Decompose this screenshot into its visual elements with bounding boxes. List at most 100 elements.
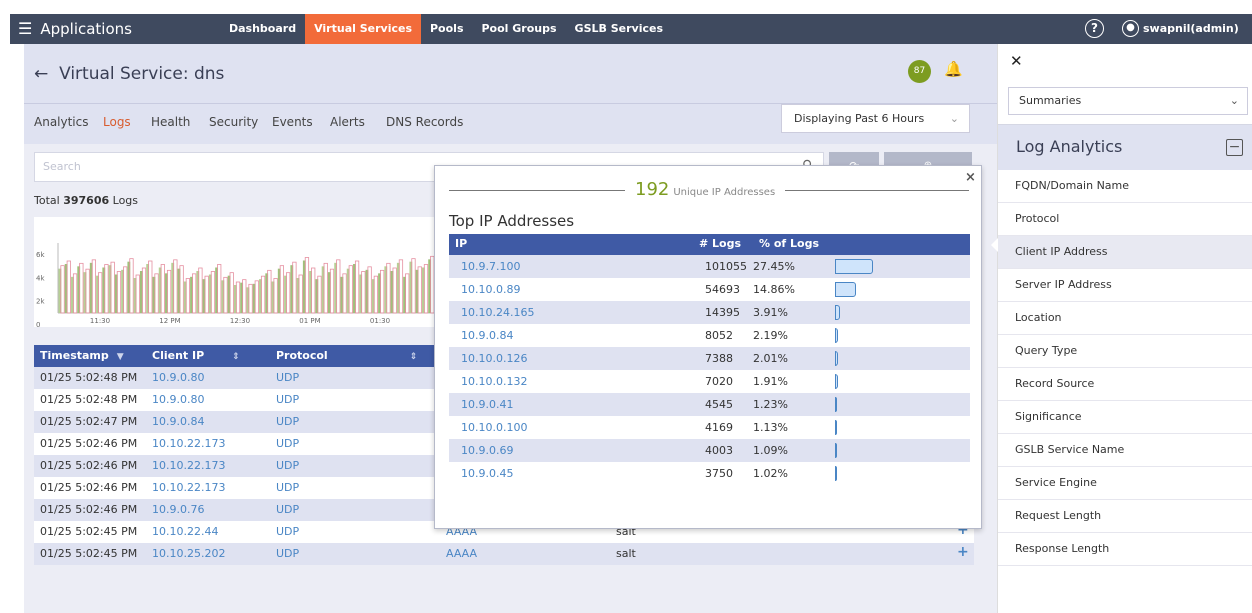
- ip-cell[interactable]: 10.9.0.69: [461, 444, 513, 457]
- domain-cell: salt: [616, 547, 636, 560]
- tab-gslb-services[interactable]: GSLB Services: [566, 14, 672, 44]
- protocol-cell[interactable]: UDP: [276, 371, 299, 384]
- tab-pool-groups[interactable]: Pool Groups: [473, 14, 566, 44]
- ip-cell[interactable]: 10.9.7.100: [461, 260, 520, 273]
- ip-cell[interactable]: 10.9.0.45: [461, 467, 513, 480]
- client-ip-cell[interactable]: 10.10.22.173: [152, 459, 225, 472]
- time-range-select[interactable]: Displaying Past 6 Hours ⌄: [781, 104, 970, 133]
- subtab-health[interactable]: Health: [151, 115, 190, 129]
- tab-virtual-services[interactable]: Virtual Services: [305, 14, 421, 44]
- client-ip-cell[interactable]: 10.10.22.44: [152, 525, 218, 538]
- ip-row[interactable]: 10.9.7.100 101055 27.45%: [449, 255, 970, 278]
- analytics-item-gslb-service-name[interactable]: GSLB Service Name: [998, 434, 1252, 467]
- column-percent: % of Logs: [759, 237, 820, 250]
- client-ip-cell[interactable]: 10.9.0.84: [152, 415, 204, 428]
- ip-row[interactable]: 10.10.0.100 4169 1.13%: [449, 416, 970, 439]
- page-title: ← Virtual Service: dns: [34, 64, 225, 84]
- analytics-item-request-length[interactable]: Request Length: [998, 500, 1252, 533]
- ip-row[interactable]: 10.9.0.41 4545 1.23%: [449, 393, 970, 416]
- close-icon[interactable]: ✕: [1010, 52, 1023, 70]
- histogram-outline: [154, 273, 159, 314]
- ip-cell[interactable]: 10.10.0.126: [461, 352, 527, 365]
- ip-cell[interactable]: 10.10.0.132: [461, 375, 527, 388]
- client-ip-cell[interactable]: 10.9.0.80: [152, 393, 204, 406]
- column-timestamp[interactable]: Timestamp ▼: [40, 349, 124, 362]
- histogram-outline: [123, 266, 128, 314]
- protocol-cell[interactable]: UDP: [276, 415, 299, 428]
- protocol-cell[interactable]: UDP: [276, 437, 299, 450]
- help-icon[interactable]: ?: [1085, 19, 1104, 38]
- ip-row[interactable]: 10.10.0.126 7388 2.01%: [449, 347, 970, 370]
- ip-cell[interactable]: 10.10.0.89: [461, 283, 520, 296]
- client-ip-cell[interactable]: 10.9.0.80: [152, 371, 204, 384]
- analytics-item-service-engine[interactable]: Service Engine: [998, 467, 1252, 500]
- expand-icon[interactable]: +: [957, 544, 969, 560]
- histogram-outline: [411, 258, 416, 314]
- analytics-item-query-type[interactable]: Query Type: [998, 335, 1252, 368]
- logs-cell: 7388: [705, 352, 733, 365]
- analytics-item-protocol[interactable]: Protocol: [998, 203, 1252, 236]
- protocol-cell[interactable]: UDP: [276, 393, 299, 406]
- logs-cell: 14395: [705, 306, 740, 319]
- histogram-outline: [60, 265, 65, 314]
- protocol-cell[interactable]: UDP: [276, 525, 299, 538]
- histogram-outline: [292, 261, 297, 314]
- analytics-item-significance[interactable]: Significance: [998, 401, 1252, 434]
- close-icon[interactable]: ×: [965, 170, 976, 185]
- column-ip: IP: [455, 237, 468, 250]
- percent-bar: [835, 351, 838, 366]
- tab-dashboard[interactable]: Dashboard: [220, 14, 305, 44]
- client-ip-cell[interactable]: 10.9.0.76: [152, 503, 204, 516]
- ip-row[interactable]: 10.10.24.165 14395 3.91%: [449, 301, 970, 324]
- ip-row[interactable]: 10.9.0.45 3750 1.02%: [449, 462, 970, 485]
- protocol-cell[interactable]: UDP: [276, 481, 299, 494]
- analytics-item-server-ip-address[interactable]: Server IP Address: [998, 269, 1252, 302]
- subtab-analytics[interactable]: Analytics: [34, 115, 89, 129]
- analytics-item-location[interactable]: Location: [998, 302, 1252, 335]
- subtab-events[interactable]: Events: [272, 115, 313, 129]
- subtab-dns-records[interactable]: DNS Records: [386, 115, 463, 129]
- histogram-outline: [166, 269, 172, 314]
- ip-cell[interactable]: 10.9.0.41: [461, 398, 513, 411]
- histogram-outline: [373, 275, 378, 314]
- collapse-icon[interactable]: −: [1226, 139, 1243, 156]
- ip-row[interactable]: 10.9.0.84 8052 2.19%: [449, 324, 970, 347]
- ip-row[interactable]: 10.10.0.132 7020 1.91%: [449, 370, 970, 393]
- column-protocol[interactable]: Protocol ⇕: [276, 349, 417, 362]
- histogram-chart[interactable]: 6k 4k 2k 0 11:30 12 PM 12:30 01 PM 01:30: [34, 217, 436, 327]
- ip-cell[interactable]: 10.9.0.84: [461, 329, 513, 342]
- tab-pools[interactable]: Pools: [421, 14, 473, 44]
- subtab-alerts[interactable]: Alerts: [330, 115, 365, 129]
- client-ip-cell[interactable]: 10.10.25.202: [152, 547, 225, 560]
- subtab-logs[interactable]: Logs: [103, 115, 131, 129]
- histogram-outline: [298, 274, 303, 314]
- protocol-cell[interactable]: UDP: [276, 503, 299, 516]
- logs-cell: 8052: [705, 329, 733, 342]
- analytics-item-fqdn-domain-name[interactable]: FQDN/Domain Name: [998, 170, 1252, 203]
- total-logs: Total 397606 Logs: [34, 194, 139, 207]
- client-ip-cell[interactable]: 10.10.22.173: [152, 481, 225, 494]
- table-row[interactable]: 01/25 5:02:45 PM 10.10.25.202 UDP AAAA salt +: [34, 543, 974, 565]
- ip-table-header: IP # Logs % of Logs: [449, 234, 970, 255]
- log-histogram[interactable]: 6k 4k 2k 0 11:30 12 PM 12:30 01 PM 01:30: [34, 217, 436, 327]
- health-score-badge[interactable]: 87: [908, 60, 931, 83]
- column-client-ip[interactable]: Client IP ⇕: [152, 349, 240, 362]
- user-menu[interactable]: ● swapnil(admin): [1122, 20, 1239, 37]
- query-type-cell[interactable]: AAAA: [446, 547, 477, 560]
- analytics-item-response-length[interactable]: Response Length: [998, 533, 1252, 566]
- ip-cell[interactable]: 10.10.0.100: [461, 421, 527, 434]
- protocol-cell[interactable]: UDP: [276, 459, 299, 472]
- analytics-item-record-source[interactable]: Record Source: [998, 368, 1252, 401]
- applications-menu[interactable]: ☰ Applications: [18, 19, 132, 38]
- protocol-cell[interactable]: UDP: [276, 547, 299, 560]
- histogram-outline: [323, 262, 328, 314]
- bell-icon[interactable]: 🔔: [944, 60, 963, 78]
- client-ip-cell[interactable]: 10.10.22.173: [152, 437, 225, 450]
- hamburger-icon[interactable]: ☰: [18, 19, 32, 38]
- ip-row[interactable]: 10.9.0.69 4003 1.09%: [449, 439, 970, 462]
- subtab-security[interactable]: Security: [209, 115, 258, 129]
- ip-cell[interactable]: 10.10.24.165: [461, 306, 534, 319]
- summaries-select[interactable]: Summaries ⌄: [1008, 87, 1248, 115]
- analytics-item-client-ip-address[interactable]: Client IP Address: [998, 236, 1252, 269]
- ip-row[interactable]: 10.10.0.89 54693 14.86%: [449, 278, 970, 301]
